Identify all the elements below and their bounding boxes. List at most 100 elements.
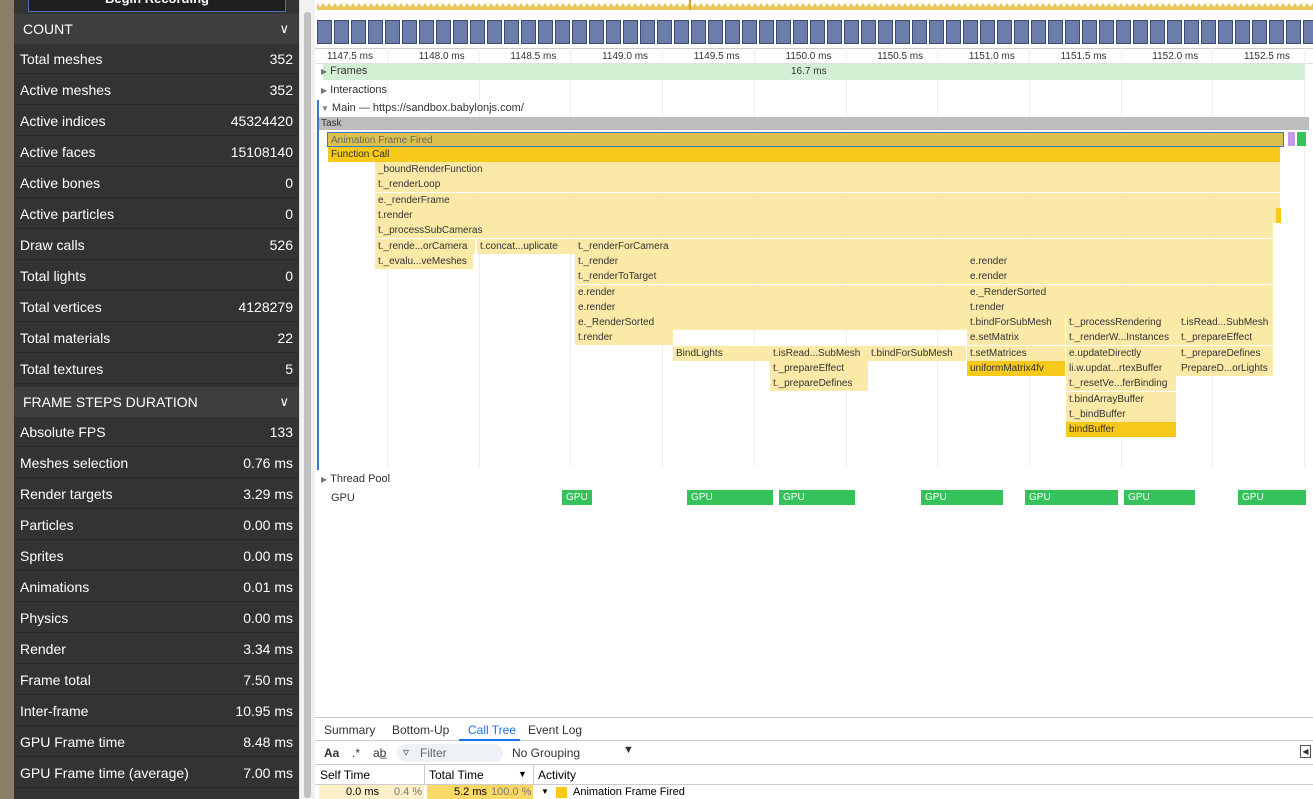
tab-event-log[interactable]: Event Log bbox=[528, 723, 582, 737]
tab-summary[interactable]: Summary bbox=[324, 723, 375, 737]
filmstrip-thumbnail[interactable] bbox=[1150, 20, 1165, 44]
performance-timeline[interactable]: 1147.5 ms 1148.0 ms 1148.5 ms 1149.0 ms 1149… bbox=[315, 0, 1313, 799]
filmstrip-thumbnail[interactable] bbox=[1218, 20, 1233, 44]
gpu-task-block[interactable]: GPU bbox=[1025, 490, 1118, 505]
filmstrip-thumbnail[interactable] bbox=[1303, 20, 1313, 44]
flame-event[interactable]: t._renderLoop bbox=[375, 177, 1280, 192]
call-tree-row[interactable]: 0.0 ms 0.4 % 5.2 ms 100.0 % ▼ Animation … bbox=[315, 785, 1313, 799]
gpu-task-block[interactable]: GPU bbox=[687, 490, 773, 505]
flame-event[interactable]: t.render bbox=[375, 208, 1280, 223]
grouping-select[interactable]: No Grouping bbox=[512, 746, 580, 760]
flame-event[interactable]: t._evalu...veMeshes bbox=[375, 254, 473, 269]
filmstrip-thumbnail[interactable] bbox=[385, 20, 400, 44]
flame-event[interactable]: e._RenderSorted bbox=[575, 315, 967, 330]
flame-event[interactable]: t._resetVe...ferBinding bbox=[1066, 376, 1176, 391]
flame-event[interactable]: e.render bbox=[575, 300, 967, 315]
filmstrip-thumbnail[interactable] bbox=[368, 20, 383, 44]
filmstrip-thumbnail[interactable] bbox=[453, 20, 468, 44]
filmstrip-thumbnail[interactable] bbox=[640, 20, 655, 44]
filmstrip-thumbnail[interactable] bbox=[589, 20, 604, 44]
filter-input[interactable]: ▿ Filter bbox=[397, 744, 503, 762]
filmstrip-thumbnail[interactable] bbox=[997, 20, 1012, 44]
flame-event[interactable]: t.bindForSubMesh bbox=[967, 315, 1065, 330]
inspector-scrollbar-thumb[interactable] bbox=[304, 12, 311, 798]
begin-recording-button[interactable]: Begin Recording bbox=[28, 0, 286, 12]
track-interactions[interactable]: ▶ Interactions bbox=[321, 84, 387, 96]
flame-event[interactable]: t._rende...orCamera bbox=[375, 239, 475, 254]
filmstrip-thumbnail[interactable] bbox=[538, 20, 553, 44]
filmstrip-thumbnail[interactable] bbox=[657, 20, 672, 44]
flame-event[interactable]: t._renderW...Instances bbox=[1066, 330, 1178, 345]
filmstrip-thumbnail[interactable] bbox=[1252, 20, 1267, 44]
flame-event[interactable]: t._prepareEffect bbox=[770, 361, 868, 376]
regex-button[interactable]: .* bbox=[352, 746, 360, 760]
filmstrip-thumbnail[interactable] bbox=[1286, 20, 1301, 44]
filmstrip-thumbnail[interactable] bbox=[1184, 20, 1199, 44]
flame-event[interactable]: t._render bbox=[575, 254, 967, 269]
filmstrip-thumbnail[interactable] bbox=[317, 20, 332, 44]
column-self-time[interactable]: Self Time bbox=[320, 768, 370, 782]
track-thread-pool[interactable]: ▶ Thread Pool bbox=[321, 473, 390, 485]
tab-bottom-up[interactable]: Bottom-Up bbox=[392, 723, 449, 737]
filmstrip-thumbnail[interactable] bbox=[895, 20, 910, 44]
gpu-task-block[interactable]: GPU bbox=[921, 490, 1003, 505]
filmstrip-thumbnail[interactable] bbox=[912, 20, 927, 44]
filmstrip-thumbnail[interactable] bbox=[759, 20, 774, 44]
filmstrip-thumbnail[interactable] bbox=[572, 20, 587, 44]
filmstrip-thumbnail[interactable] bbox=[487, 20, 502, 44]
filmstrip-thumbnail[interactable] bbox=[1201, 20, 1216, 44]
flame-event[interactable]: t.bindArrayBuffer bbox=[1066, 392, 1176, 407]
flame-event[interactable]: Function Call bbox=[328, 147, 1280, 162]
flame-event[interactable]: li.w.updat...rtexBuffer bbox=[1066, 361, 1178, 376]
flame-event[interactable]: t._processSubCameras bbox=[375, 223, 1273, 238]
filmstrip-thumbnail[interactable] bbox=[742, 20, 757, 44]
filmstrip-thumbnail[interactable] bbox=[946, 20, 961, 44]
flame-event-sliver[interactable] bbox=[1276, 208, 1281, 223]
gpu-task-block[interactable]: GPU bbox=[779, 490, 855, 505]
flame-event[interactable]: t._prepareEffect bbox=[1178, 330, 1273, 345]
filmstrip-thumbnail[interactable] bbox=[776, 20, 791, 44]
filmstrip-thumbnail[interactable] bbox=[878, 20, 893, 44]
flame-event[interactable]: e.updateDirectly bbox=[1066, 346, 1178, 361]
flame-event[interactable]: t.render bbox=[575, 330, 673, 345]
track-gpu[interactable]: GPU bbox=[331, 492, 355, 504]
filmstrip-thumbnail[interactable] bbox=[470, 20, 485, 44]
filmstrip-thumbnail[interactable] bbox=[606, 20, 621, 44]
filmstrip-thumbnail[interactable] bbox=[725, 20, 740, 44]
flame-event[interactable]: e._renderFrame bbox=[375, 193, 1280, 208]
expand-triangle-icon[interactable]: ▶ bbox=[321, 475, 327, 484]
screenshot-filmstrip[interactable] bbox=[317, 20, 1313, 44]
filmstrip-thumbnail[interactable] bbox=[827, 20, 842, 44]
flame-event[interactable]: t._prepareDefines bbox=[1178, 346, 1273, 361]
flame-event[interactable]: t.setMatrices bbox=[967, 346, 1065, 361]
composite-bar[interactable] bbox=[1297, 132, 1306, 146]
flame-event[interactable]: t.isRead...SubMesh bbox=[1178, 315, 1273, 330]
filmstrip-thumbnail[interactable] bbox=[708, 20, 723, 44]
flame-event[interactable]: t._renderToTarget bbox=[575, 269, 967, 284]
filmstrip-thumbnail[interactable] bbox=[1065, 20, 1080, 44]
filmstrip-thumbnail[interactable] bbox=[419, 20, 434, 44]
flame-event[interactable]: t.concat...uplicate bbox=[477, 239, 575, 254]
flame-event[interactable]: t._bindBuffer bbox=[1066, 407, 1176, 422]
track-main[interactable]: ▼ Main — https://sandbox.babylonjs.com/ bbox=[321, 102, 524, 114]
expand-triangle-icon[interactable]: ▶ bbox=[321, 86, 327, 95]
track-frames[interactable]: ▶ Frames bbox=[321, 65, 367, 77]
tab-call-tree[interactable]: Call Tree bbox=[468, 723, 516, 737]
filmstrip-thumbnail[interactable] bbox=[963, 20, 978, 44]
expand-triangle-icon[interactable]: ▶ bbox=[321, 67, 327, 76]
chevron-down-icon[interactable]: ∨ bbox=[279, 14, 289, 44]
filmstrip-thumbnail[interactable] bbox=[929, 20, 944, 44]
column-total-time[interactable]: Total Time bbox=[429, 768, 484, 782]
filmstrip-thumbnail[interactable] bbox=[1082, 20, 1097, 44]
filmstrip-thumbnail[interactable] bbox=[810, 20, 825, 44]
filmstrip-thumbnail[interactable] bbox=[861, 20, 876, 44]
filmstrip-thumbnail[interactable] bbox=[691, 20, 706, 44]
count-section-header[interactable]: COUNT ∨ bbox=[14, 14, 299, 44]
filmstrip-thumbnail[interactable] bbox=[1014, 20, 1029, 44]
filmstrip-thumbnail[interactable] bbox=[521, 20, 536, 44]
frame-steps-section-header[interactable]: FRAME STEPS DURATION ∨ bbox=[14, 387, 299, 417]
flame-event[interactable]: PrepareD...orLights bbox=[1178, 361, 1273, 376]
flame-event[interactable]: t.render bbox=[967, 300, 1273, 315]
flame-event[interactable]: bindBuffer bbox=[1066, 422, 1176, 437]
filmstrip-thumbnail[interactable] bbox=[402, 20, 417, 44]
